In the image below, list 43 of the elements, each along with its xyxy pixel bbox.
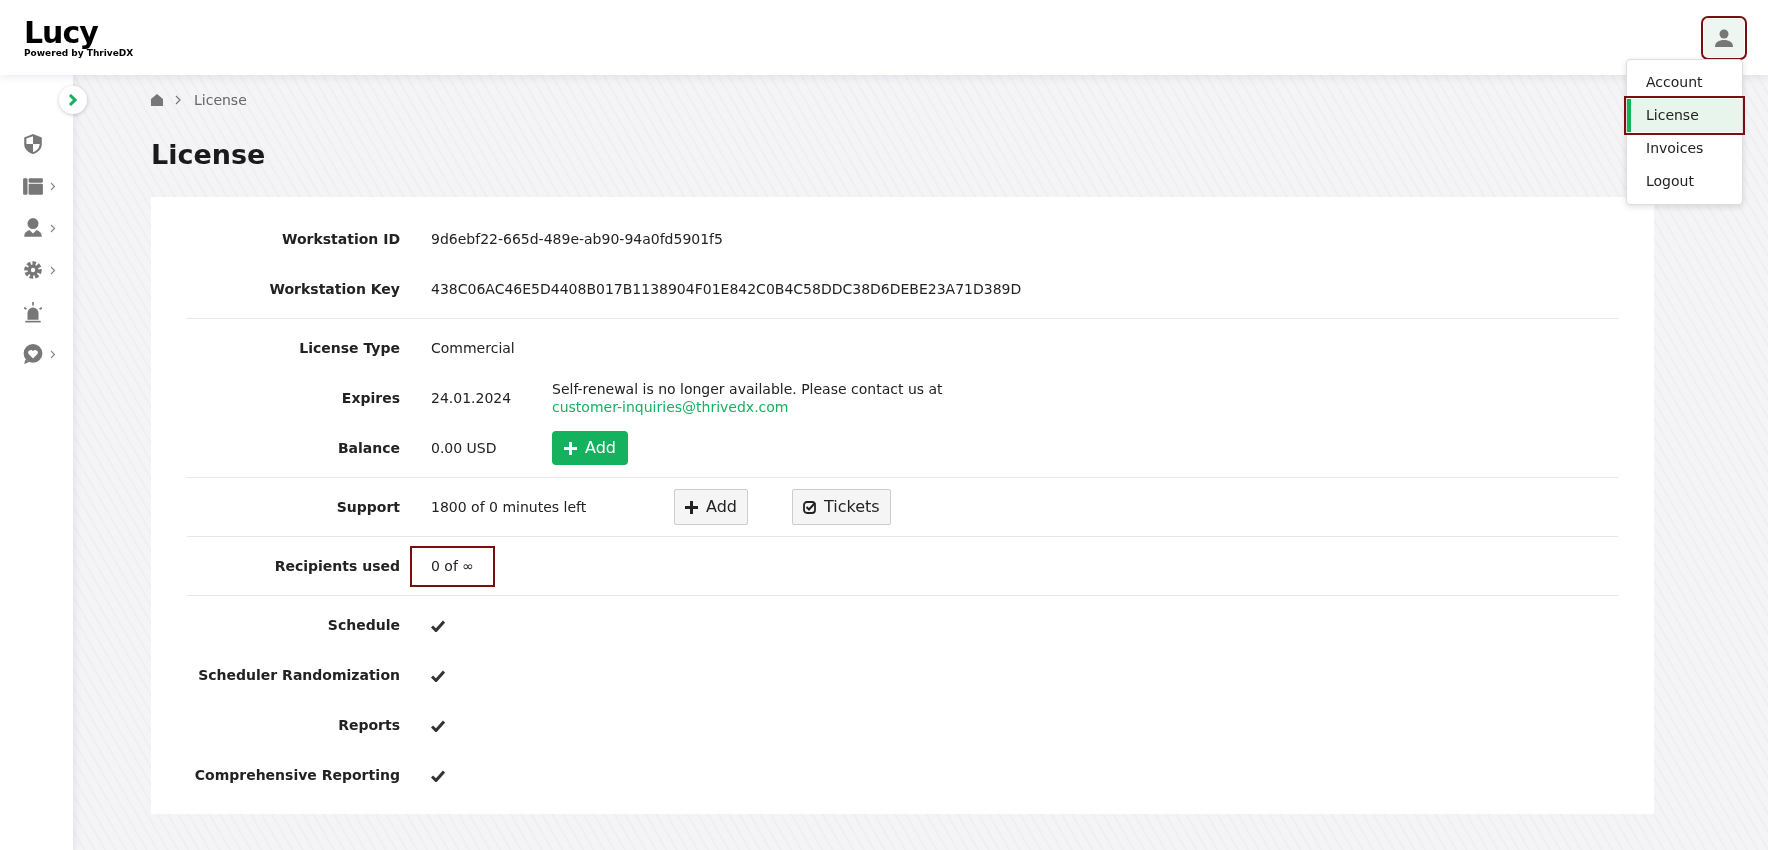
separator-icon	[175, 95, 182, 105]
field-label: Recipients used	[273, 556, 400, 576]
field-value: 0.00 USD	[431, 438, 498, 458]
page-title: License	[151, 139, 266, 172]
breadcrumb-item: License	[194, 90, 247, 110]
field-label: Workstation ID	[280, 229, 400, 249]
field-value: 0 of ∞	[413, 548, 492, 584]
menu-item[interactable]: License	[1627, 99, 1742, 132]
check-square-icon	[803, 500, 816, 514]
user-menu-button[interactable]	[1704, 18, 1744, 57]
field-label: Expires	[340, 388, 400, 408]
field-label: Comprehensive Reporting	[193, 765, 400, 785]
add-button[interactable]: Add	[674, 489, 748, 526]
logo-wordmark: Lucy	[24, 17, 98, 48]
person-icon	[22, 217, 44, 239]
field-value: 438C06AC46E5D4408B017B1138904F01E842C0B4C58DDC38D6DEBE23A71D389D	[431, 279, 1022, 299]
alarm-light-icon	[22, 301, 44, 323]
home-icon[interactable]	[151, 94, 163, 106]
field-label: Reports	[337, 715, 400, 735]
field-label: Support	[335, 497, 400, 517]
chevron-right-icon	[68, 94, 78, 106]
field-label: Workstation Key	[268, 279, 400, 299]
renewal-note: Self-renewal is no longer available. Please contact us at customer-inquiries@thrivedx.com	[552, 380, 943, 417]
field-label: Balance	[336, 438, 400, 458]
field-label: License Type	[298, 338, 400, 358]
field-label: Scheduler Randomization	[197, 665, 400, 685]
field-value: 24.01.2024	[431, 388, 513, 408]
heart-bubble-icon	[22, 343, 44, 365]
plus-icon	[564, 441, 577, 455]
gear-icon	[22, 259, 44, 281]
field-label: Schedule	[326, 615, 400, 635]
layout-icon	[22, 175, 44, 197]
shield-icon	[22, 133, 44, 155]
field-value: 1800 of 0 minutes left	[431, 497, 588, 517]
menu-item[interactable]: Logout	[1627, 165, 1742, 198]
plus-icon	[685, 500, 698, 514]
menu-item[interactable]: Account	[1627, 66, 1742, 99]
menu-item[interactable]: Invoices	[1627, 132, 1742, 165]
user-icon	[1714, 27, 1734, 48]
field-value: 9d6ebf22-665d-489e-ab90-94a0fd5901f5	[431, 229, 723, 249]
sidebar-toggle-button[interactable]	[59, 86, 87, 114]
tickets-button[interactable]: Tickets	[792, 489, 891, 526]
field-value: Commercial	[431, 338, 516, 358]
